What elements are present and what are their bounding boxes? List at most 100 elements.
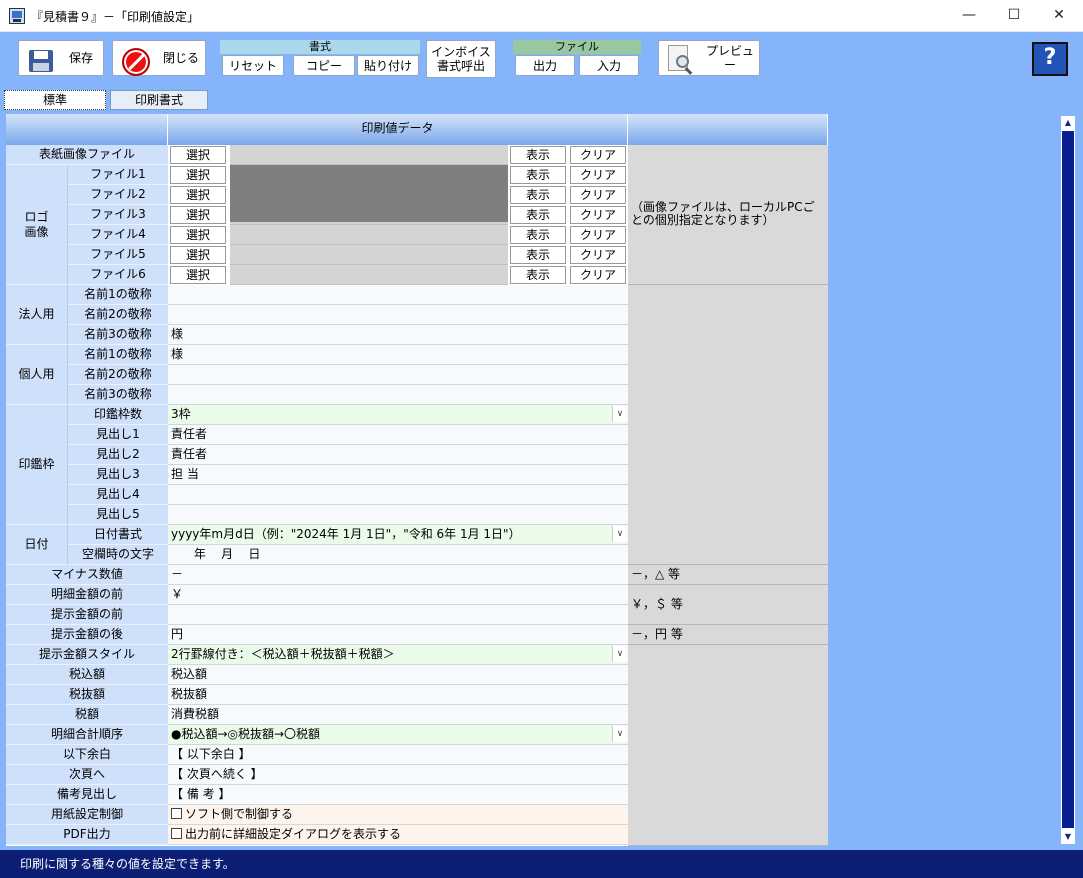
detail-before-label: 明細金額の前 [6,585,168,605]
logo-file-field[interactable] [230,245,508,265]
logo-show-button[interactable]: 表示 [510,186,566,204]
amount-style-select[interactable]: 2行罫線付き：＜税込額＋税抜額＋税額＞ ∨ [168,645,628,665]
scroll-thumb[interactable] [1062,131,1074,828]
minus-label: マイナス数値 [6,565,168,585]
logo-show-button[interactable]: 表示 [510,246,566,264]
tax-included-value[interactable]: 税込額 [168,665,628,685]
scroll-down-icon[interactable]: ▼ [1061,830,1075,844]
logo-select-button[interactable]: 選択 [170,166,226,184]
stamp-head-value[interactable] [168,505,628,525]
personal-title-value[interactable] [168,365,628,385]
logo-select-button[interactable]: 選択 [170,186,226,204]
remark-heading-label: 備考見出し [6,785,168,805]
logo-clear-button[interactable]: クリア [570,166,626,184]
next-page-label: 次頁へ [6,765,168,785]
personal-title-value[interactable] [168,385,628,405]
blank-text-label: 空欄時の文字 [68,545,168,565]
save-button[interactable]: 保存 [18,40,104,76]
corp-title-value[interactable] [168,285,628,305]
logo-clear-button[interactable]: クリア [570,266,626,284]
present-before-value[interactable] [168,605,628,625]
note-blank [628,285,828,565]
present-after-value[interactable]: 円 [168,625,628,645]
below-blank-label: 以下余白 [6,745,168,765]
logo-file-label: ファイル1 [68,165,168,185]
logo-select-button[interactable]: 選択 [170,206,226,224]
copy-button[interactable]: コピー [293,55,355,76]
pdf-output-row[interactable]: 出力前に詳細設定ダイアログを表示する [168,825,628,845]
chevron-down-icon[interactable]: ∨ [612,526,627,542]
minus-value[interactable]: － [168,565,628,585]
help-button[interactable]: ? [1032,42,1068,76]
detail-before-value[interactable]: ￥ [168,585,628,605]
logo-file-field[interactable] [230,225,508,245]
cover-clear-button[interactable]: クリア [570,146,626,164]
chevron-down-icon[interactable]: ∨ [612,406,627,422]
minus-note: －，△ 等 [628,565,828,585]
cover-select-button[interactable]: 選択 [170,146,226,164]
below-blank-value[interactable]: 【 以下余白 】 [168,745,628,765]
magnifier-icon [668,45,694,75]
logo-clear-button[interactable]: クリア [570,206,626,224]
logo-clear-button[interactable]: クリア [570,186,626,204]
image-note: （画像ファイルは、ローカルPCごとの個別指定となります） [628,145,828,285]
logo-select-button[interactable]: 選択 [170,226,226,244]
paste-button[interactable]: 貼り付け [357,55,419,76]
close-button[interactable]: 閉じる [112,40,206,76]
after-note: －，円 等 [628,625,828,645]
paper-control-row[interactable]: ソフト側で制御する [168,805,628,825]
save-icon [29,50,53,72]
export-button[interactable]: 出力 [515,55,575,76]
logo-group-label: ロゴ 画像 [6,165,68,285]
logo-clear-button[interactable]: クリア [570,226,626,244]
logo-clear-button[interactable]: クリア [570,246,626,264]
stamp-head-value[interactable]: 責任者 [168,425,628,445]
logo-select-button[interactable]: 選択 [170,246,226,264]
maximize-button[interactable]: ☐ [991,0,1037,32]
logo-show-button[interactable]: 表示 [510,166,566,184]
close-window-button[interactable]: ✕ [1036,0,1082,32]
tab-standard[interactable]: 標準 [4,90,106,110]
stamp-head-value[interactable] [168,485,628,505]
file-group-title: ファイル [513,40,641,54]
cover-file-field[interactable] [230,145,508,165]
paper-control-checkbox[interactable] [171,808,182,819]
logo-show-button[interactable]: 表示 [510,206,566,224]
tax-excluded-label: 税抜額 [6,685,168,705]
stamp-head-label: 見出し2 [68,445,168,465]
blank-text-value[interactable]: 年 月 日 [168,545,628,565]
minimize-button[interactable]: — [946,0,992,32]
chevron-down-icon[interactable]: ∨ [612,646,627,662]
pdf-output-checkbox[interactable] [171,828,182,839]
tax-amount-value[interactable]: 消費税額 [168,705,628,725]
corp-title-value[interactable]: 様 [168,325,628,345]
invoice-format-button[interactable]: インボイス 書式呼出 [426,40,496,78]
tax-excluded-value[interactable]: 税抜額 [168,685,628,705]
corp-title-value[interactable] [168,305,628,325]
tab-print-format[interactable]: 印刷書式 [110,90,208,110]
personal-title-value[interactable]: 様 [168,345,628,365]
personal-title-label: 名前2の敬称 [68,365,168,385]
import-button[interactable]: 入力 [579,55,639,76]
date-format-select[interactable]: yyyy年m月d日（例："2024年 1月 1日"，"令和 6年 1月 1日"）… [168,525,628,545]
reset-button[interactable]: リセット [222,55,284,76]
vertical-scrollbar[interactable]: ▲ ▼ [1061,116,1075,844]
total-order-select[interactable]: ●税込額→◎税抜額→〇税額 ∨ [168,725,628,745]
header-note [628,114,828,145]
logo-show-button[interactable]: 表示 [510,226,566,244]
remark-heading-value[interactable]: 【 備 考 】 [168,785,628,805]
logo-select-button[interactable]: 選択 [170,266,226,284]
logo-show-button[interactable]: 表示 [510,266,566,284]
cover-show-button[interactable]: 表示 [510,146,566,164]
stamp-head-value[interactable]: 責任者 [168,445,628,465]
settings-grid: 印刷値データ 表紙画像ファイル 選択 表示 クリア ロゴ 画像 ファイル1 ファ… [6,114,828,846]
scroll-up-icon[interactable]: ▲ [1061,116,1075,130]
header-print-data: 印刷値データ [168,114,628,145]
stamp-count-select[interactable]: 3枠 ∨ [168,405,628,425]
next-page-value[interactable]: 【 次頁へ続く 】 [168,765,628,785]
logo-file-field[interactable] [230,265,508,285]
stamp-head-value[interactable]: 担 当 [168,465,628,485]
personal-title-label: 名前3の敬称 [68,385,168,405]
chevron-down-icon[interactable]: ∨ [612,726,627,742]
preview-button[interactable]: プレビュー [658,40,760,76]
